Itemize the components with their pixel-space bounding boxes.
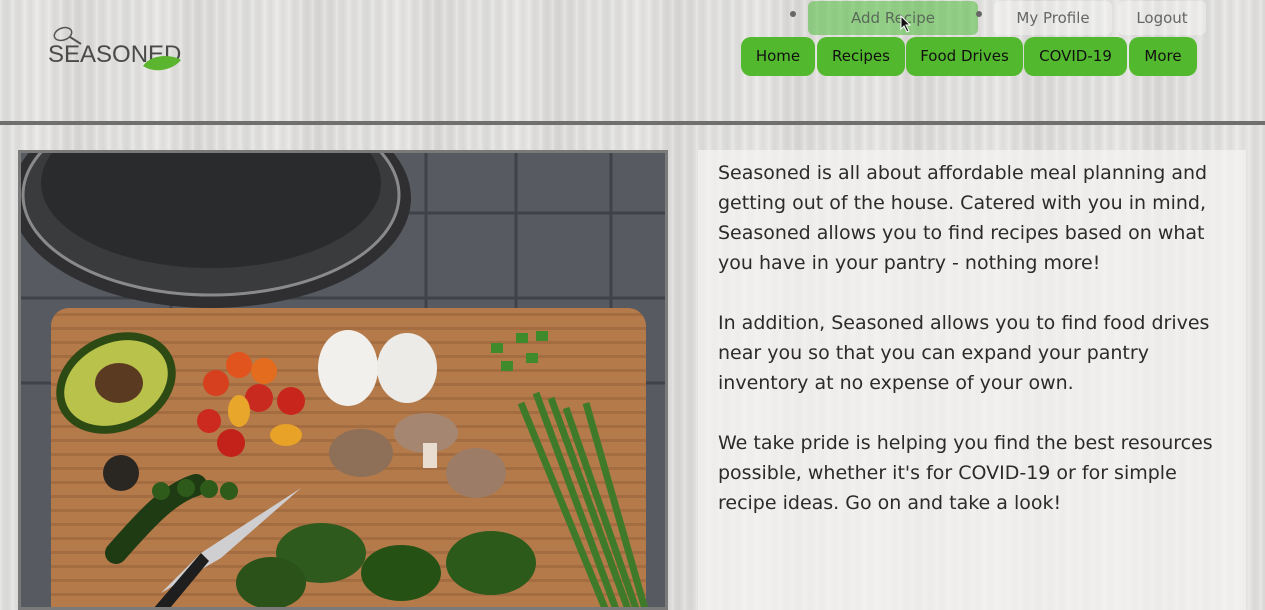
about-paragraph-1: Seasoned is all about affordable meal pl… bbox=[718, 162, 1208, 274]
logout-link[interactable]: Logout bbox=[1118, 1, 1206, 35]
cursor-icon bbox=[900, 15, 912, 33]
about-panel: Seasoned is all about affordable meal pl… bbox=[698, 150, 1246, 610]
nav-food-drives-button[interactable]: Food Drives bbox=[906, 37, 1023, 76]
cutting-board-illustration bbox=[21, 153, 665, 607]
header-divider bbox=[0, 121, 1265, 125]
site-header: SEASONED Add Recipe My Profile Logout Ho… bbox=[0, 0, 1265, 121]
about-paragraph-3: We take pride is helping you find the be… bbox=[718, 432, 1213, 514]
top-link-bullet bbox=[790, 11, 796, 17]
my-profile-link[interactable]: My Profile bbox=[994, 1, 1112, 35]
nav-covid-button[interactable]: COVID-19 bbox=[1024, 37, 1127, 76]
hero-image bbox=[18, 150, 668, 610]
add-recipe-link[interactable]: Add Recipe bbox=[808, 1, 978, 35]
site-logo[interactable]: SEASONED bbox=[46, 24, 186, 76]
top-link-bullet bbox=[976, 11, 982, 17]
nav-recipes-button[interactable]: Recipes bbox=[817, 37, 905, 76]
leaf-icon bbox=[143, 56, 181, 71]
nav-more-button[interactable]: More bbox=[1129, 37, 1197, 76]
nav-home-button[interactable]: Home bbox=[741, 37, 815, 76]
about-paragraph-2: In addition, Seasoned allows you to find… bbox=[718, 312, 1210, 394]
